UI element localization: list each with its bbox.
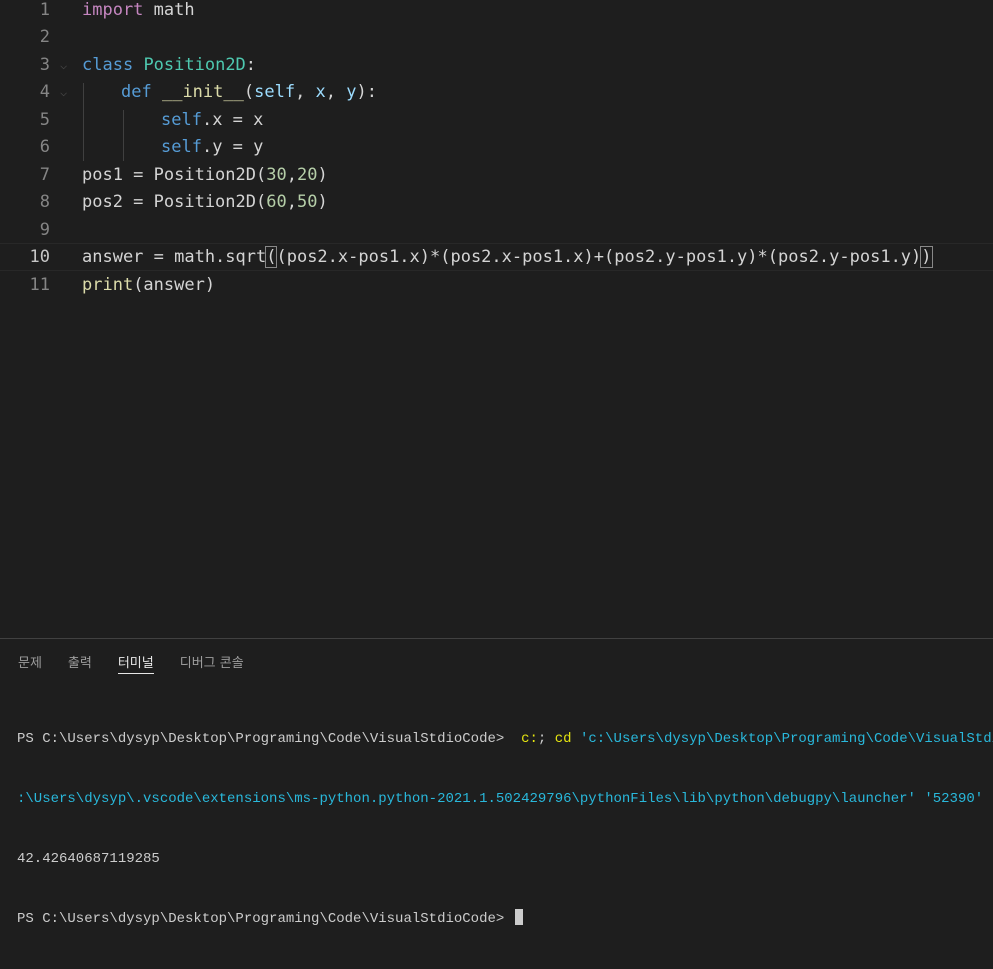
tab-debug-console[interactable]: 디버그 콘솔 [180,639,244,683]
number-literal: 60 [266,192,287,213]
line-number: 2 [39,27,50,48]
line-number: 3 [39,54,50,75]
line-number: 4 [39,82,50,103]
terminal-line: :\Users\dysyp\.vscode\extensions\ms-pyth… [17,789,993,809]
code-segment: pos1 = Position2D( [82,164,267,185]
tab-problems[interactable]: 문제 [18,639,42,683]
terminal-line: PS C:\Users\dysyp\Desktop\Programing\Cod… [17,909,993,929]
line-number: 11 [29,274,50,295]
terminal-prompt: PS C:\Users\dysyp\Desktop\Programing\Cod… [17,911,513,927]
matched-bracket: ( [265,245,278,268]
code-text: print(answer) [82,275,215,295]
self-keyword: self [161,109,202,130]
paren: ) [317,192,328,213]
code-line-11[interactable]: 11 print(answer) [0,271,993,299]
code-text: self.x = x [161,110,263,130]
param-self: self [254,82,296,103]
line-number: 7 [39,164,50,185]
code-line-8[interactable]: 8 pos2 = Position2D(60,50) [0,189,993,217]
line-number: 5 [39,109,50,130]
colon: : [245,54,257,75]
number-literal: 20 [296,164,318,185]
line-number: 1 [39,0,50,20]
code-text: self.y = y [161,137,263,157]
terminal-command: c: [512,731,538,747]
class-name: Position2D [143,54,246,75]
terminal-separator: ; [537,731,555,747]
comma: , [295,82,316,103]
code-line-9[interactable]: 9 [0,216,993,244]
code-segment: (answer) [133,274,216,295]
line-number: 8 [39,192,50,213]
paren: ): [356,82,378,103]
fold-chevron-icon[interactable]: ⌵ [60,85,76,99]
comma: , [286,192,297,213]
paren: ) [317,164,328,185]
panel-tabs: 문제 출력 터미널 디버그 콘솔 [0,639,993,683]
code-line-5[interactable]: 5 self.x = x [0,106,993,134]
code-line-2[interactable]: 2 [0,24,993,52]
number-literal: 50 [296,192,318,213]
terminal-command: cd [554,731,580,747]
class-keyword: class [82,54,134,75]
code-text: pos1 = Position2D(30,20) [82,165,328,185]
line-number: 10 [29,246,50,267]
code-text: import math [82,0,195,20]
bottom-panel: 문제 출력 터미널 디버그 콘솔 PS C:\Users\dysyp\Deskt… [0,638,993,927]
code-text: pos2 = Position2D(60,50) [82,192,328,212]
number-literal: 30 [266,164,287,185]
code-line-6[interactable]: 6 self.y = y [0,134,993,162]
import-keyword: import [82,0,144,20]
terminal-output: 42.42640687119285 [17,851,160,867]
fold-chevron-icon[interactable]: ⌵ [60,58,76,72]
code-text: def __init__(self, x, y): [121,82,377,102]
code-line-4[interactable]: 4 ⌵ def __init__(self, x, y): [0,79,993,107]
code-line-10[interactable]: 10 answer = math.sqrt((pos2.x-pos1.x)*(p… [0,243,993,271]
code-editor[interactable]: 1 import math 2 3 ⌵ class Position2D: 4 … [0,0,993,638]
code-text: class Position2D: [82,55,256,75]
code-line-1[interactable]: 1 import math [0,0,993,24]
code-segment: answer = math.sqrt [82,246,267,267]
code-segment: pos2 = Position2D( [82,192,267,213]
terminal-line: PS C:\Users\dysyp\Desktop\Programing\Cod… [17,729,993,749]
terminal-line: 42.42640687119285 [17,849,993,869]
line-number: 6 [39,137,50,158]
comma: , [286,164,297,185]
param-y: y [346,82,357,103]
comma: , [325,82,347,103]
param-x: x [315,82,326,103]
def-keyword: def [121,82,152,103]
assignment: .x = x [201,109,264,130]
terminal-cursor [514,909,523,925]
module-name: math [143,0,195,20]
line-number: 9 [39,219,50,240]
matched-bracket: ) [920,245,933,268]
code-segment: (pos2.x-pos1.x)*(pos2.x-pos1.x)+(pos2.y-… [276,246,922,267]
terminal[interactable]: PS C:\Users\dysyp\Desktop\Programing\Cod… [17,689,993,969]
self-keyword: self [161,137,202,158]
terminal-prompt: PS C:\Users\dysyp\Desktop\Programing\Cod… [17,731,513,747]
terminal-argument: 'c:\Users\dysyp\Desktop\Programing\Code\… [579,731,993,747]
code-line-7[interactable]: 7 pos1 = Position2D(30,20) [0,161,993,189]
terminal-argument: :\Users\dysyp\.vscode\extensions\ms-pyth… [17,791,993,807]
code-line-3[interactable]: 3 ⌵ class Position2D: [0,51,993,79]
tab-output[interactable]: 출력 [68,639,92,683]
function-name: __init__ [161,82,244,103]
function-name: print [82,274,134,295]
assignment: .y = y [201,137,264,158]
tab-terminal[interactable]: 터미널 [117,639,154,683]
code-text: answer = math.sqrt((pos2.x-pos1.x)*(pos2… [82,245,933,268]
paren: ( [243,82,255,103]
